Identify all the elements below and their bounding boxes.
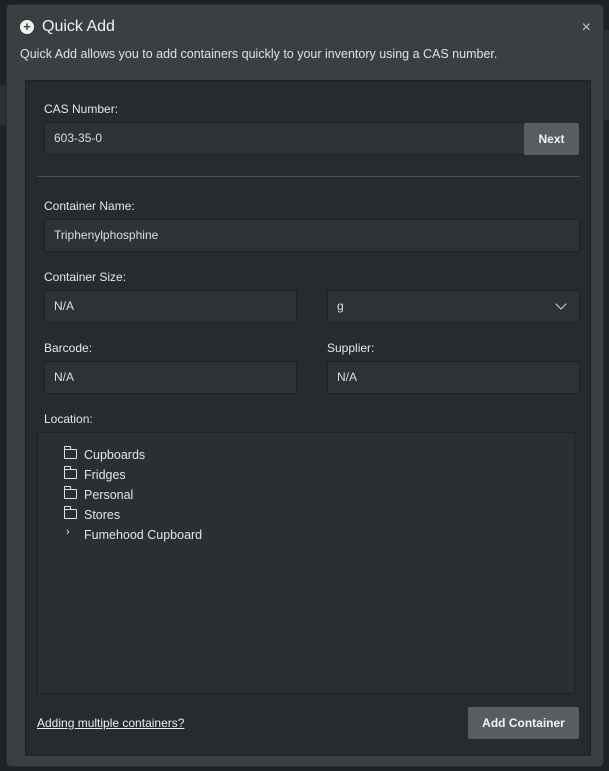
tree-item-label: Personal (84, 488, 134, 502)
modal-title: Quick Add (42, 18, 115, 35)
cas-number-input[interactable]: 603-35-0 (44, 122, 525, 155)
location-tree[interactable]: Cupboards Fridges Personal Stores › Fume… (37, 432, 575, 694)
close-button[interactable]: × (582, 19, 591, 37)
supplier-label: Supplier: (327, 341, 375, 355)
modal-description: Quick Add allows you to add containers q… (20, 47, 498, 61)
backdrop-right (603, 30, 609, 120)
size-unit-select[interactable]: g (327, 290, 580, 323)
cas-number-label: CAS Number: (44, 102, 119, 116)
barcode-input[interactable]: N/A (44, 361, 297, 394)
container-size-input[interactable]: N/A (44, 290, 297, 323)
supplier-input[interactable]: N/A (327, 361, 580, 394)
adding-multiple-containers-link[interactable]: Adding multiple containers? (37, 716, 184, 730)
plus-circle-icon: + (20, 20, 34, 34)
chevron-right-icon[interactable]: › (66, 526, 70, 538)
size-unit-value: g (337, 299, 344, 313)
container-name-input[interactable]: Triphenylphosphine (44, 219, 580, 252)
container-name-label: Container Name: (44, 199, 135, 213)
tree-item-label: Fumehood Cupboard (84, 528, 203, 542)
location-label: Location: (44, 412, 93, 426)
folder-icon (64, 486, 77, 499)
container-size-label: Container Size: (44, 270, 127, 284)
section-divider (37, 176, 580, 177)
folder-icon (64, 506, 77, 519)
folder-icon (64, 446, 77, 459)
chevron-down-icon (555, 298, 567, 310)
folder-icon (64, 466, 77, 479)
add-container-button[interactable]: Add Container (468, 707, 579, 739)
tree-item-label: Cupboards (84, 448, 146, 462)
tree-item-label: Fridges (84, 468, 126, 482)
barcode-label: Barcode: (44, 341, 93, 355)
next-button[interactable]: Next (524, 123, 579, 155)
tree-item-label: Stores (84, 508, 121, 522)
quick-add-modal: + Quick Add × Quick Add allows you to ad… (7, 5, 603, 766)
backdrop-left (0, 85, 7, 125)
quick-add-form: CAS Number: 603-35-0 Next Container Name… (25, 80, 591, 756)
modal-header: + Quick Add × (20, 15, 591, 41)
